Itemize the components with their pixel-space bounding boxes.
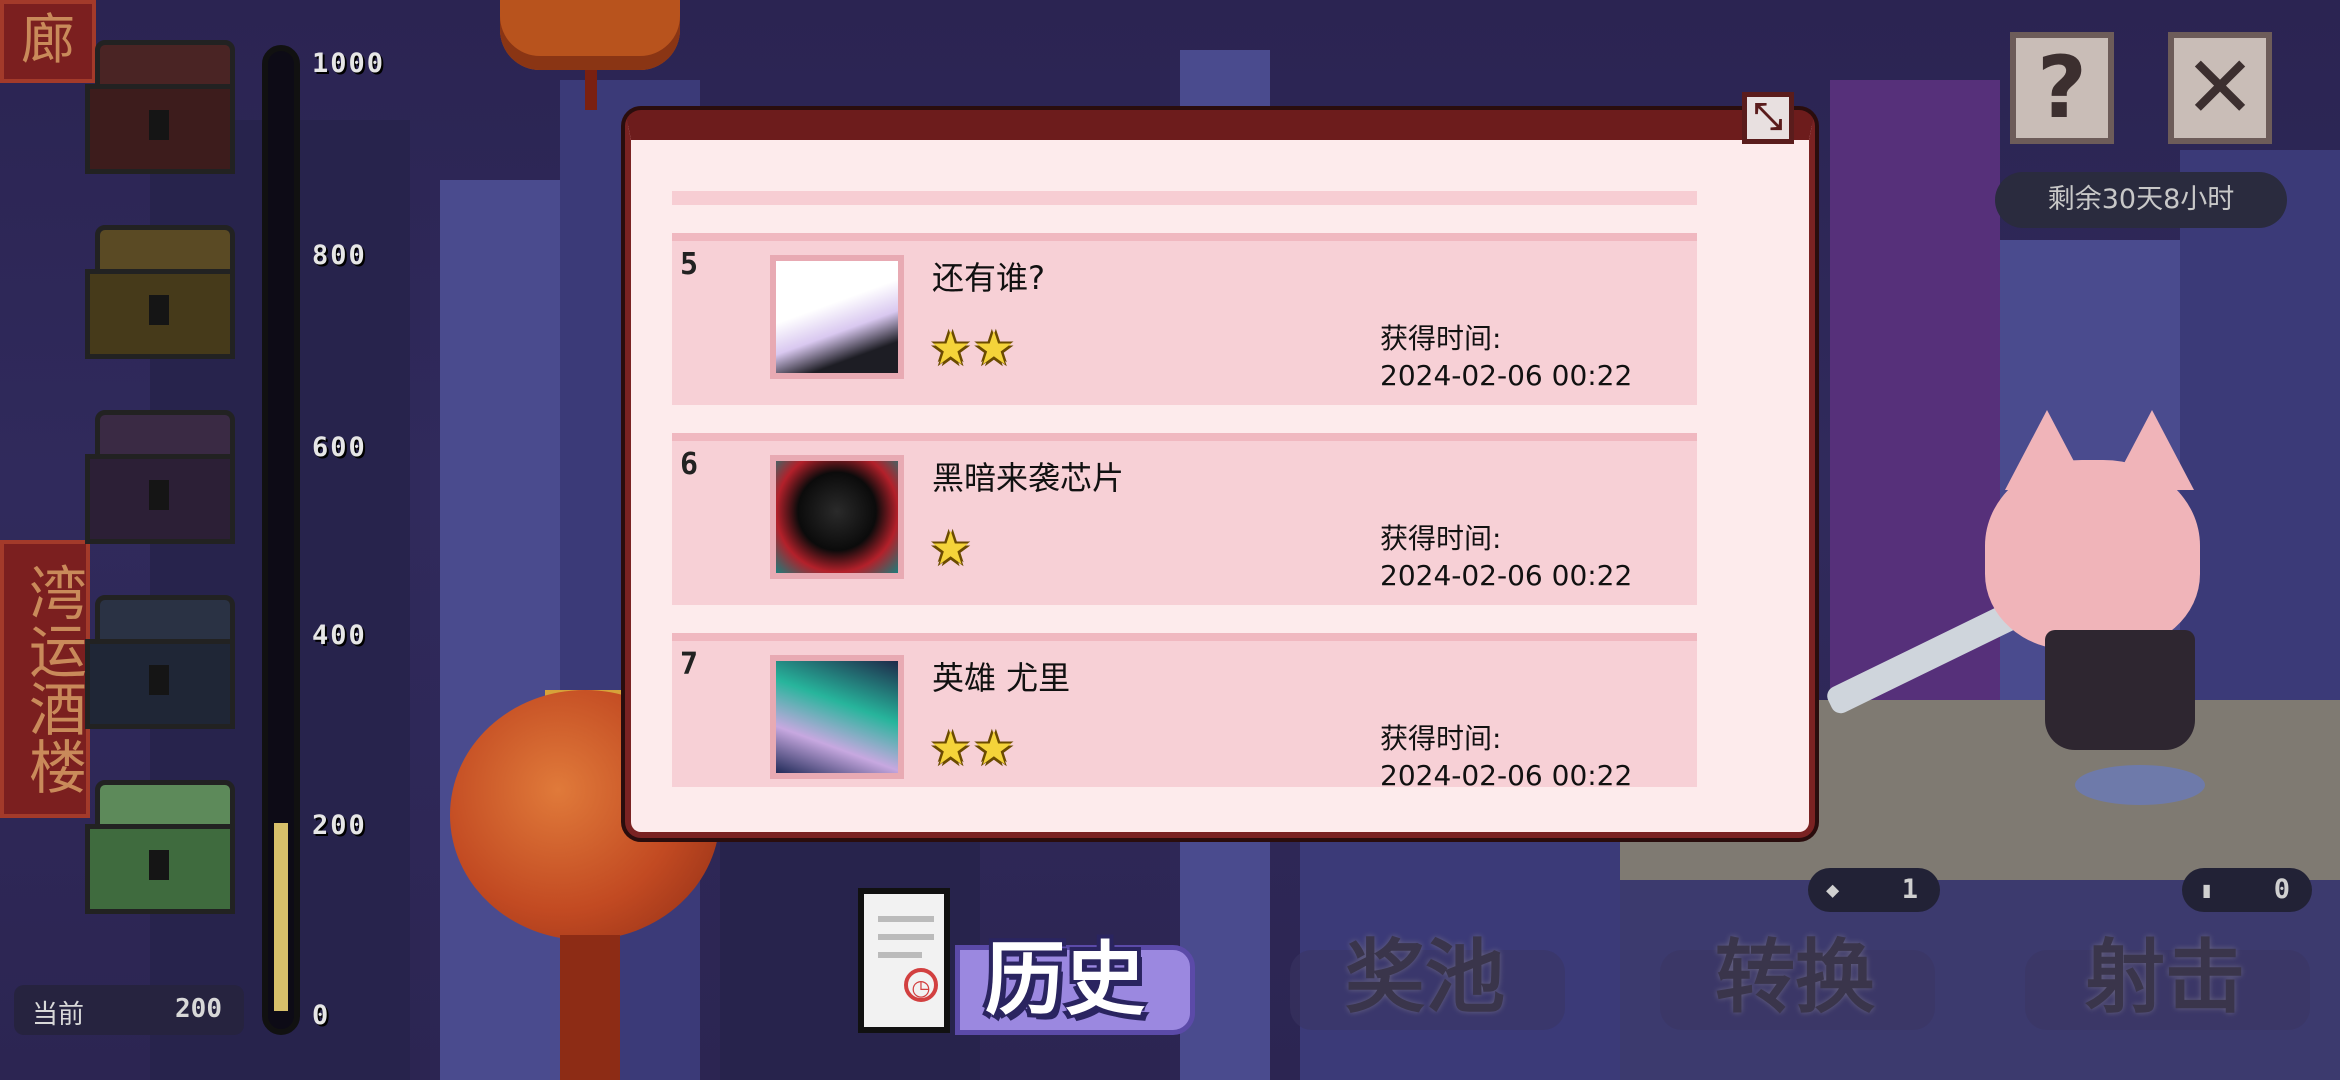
reward-chest-1000[interactable] xyxy=(85,40,235,180)
list-top-divider xyxy=(672,191,1697,205)
tick-0: 0 xyxy=(312,1000,331,1031)
current-value: 200 xyxy=(175,994,222,1024)
history-row[interactable]: 7 英雄 尤里 ★★ 获得时间: 2024-02-06 00:22 xyxy=(672,633,1697,787)
doc-line xyxy=(878,934,934,940)
chest-latch xyxy=(149,480,169,510)
tab-shoot[interactable]: 射击 xyxy=(2085,938,2245,1018)
question-icon: ? xyxy=(2037,38,2087,138)
rarity-stars: ★★ xyxy=(930,321,1017,375)
progress-fill xyxy=(274,823,288,1011)
exit-button[interactable]: ✕ xyxy=(2168,32,2272,144)
portrait-art xyxy=(776,661,898,773)
bottle-count: 0 xyxy=(2273,874,2290,905)
progress-bar xyxy=(262,45,300,1035)
building xyxy=(1830,80,2000,700)
time-label: 获得时间: xyxy=(1380,522,1502,555)
reward-chest-200[interactable] xyxy=(85,780,235,920)
doc-line xyxy=(878,916,934,922)
time-value: 2024-02-06 00:22 xyxy=(1380,359,1633,392)
history-row[interactable]: 6 黑暗来袭芯片 ★ 获得时间: 2024-02-06 00:22 xyxy=(672,433,1697,605)
rarity-stars: ★★ xyxy=(930,721,1017,775)
chest-latch xyxy=(149,295,169,325)
time-label: 获得时间: xyxy=(1380,722,1502,755)
history-row[interactable]: 5 还有谁? ★★ 获得时间: 2024-02-06 00:22 xyxy=(672,233,1697,405)
time-label: 获得时间: xyxy=(1380,322,1502,355)
row-index: 5 xyxy=(680,247,699,282)
tick-600: 600 xyxy=(312,432,367,463)
tick-1000: 1000 xyxy=(312,48,386,79)
rarity-stars: ★ xyxy=(930,521,974,575)
current-label: 当前 xyxy=(32,1000,85,1030)
help-button[interactable]: ? xyxy=(2010,32,2114,144)
reward-chest-800[interactable] xyxy=(85,225,235,365)
item-portrait xyxy=(770,455,904,579)
portrait-art xyxy=(776,261,898,373)
character-head xyxy=(1985,460,2200,650)
stamp-icon: ◷ xyxy=(904,968,938,1002)
item-name: 还有谁? xyxy=(932,259,1045,297)
tick-400: 400 xyxy=(312,620,367,651)
reward-chest-600[interactable] xyxy=(85,410,235,550)
sign-top: 廊 xyxy=(0,0,96,83)
tab-pool[interactable]: 奖池 xyxy=(1345,938,1505,1018)
tab-convert[interactable]: 转换 xyxy=(1715,938,1875,1018)
row-index: 6 xyxy=(680,447,699,482)
close-icon: ✕ xyxy=(2183,38,2257,138)
document-icon[interactable]: ◷ xyxy=(858,888,950,1033)
reward-chest-400[interactable] xyxy=(85,595,235,735)
tick-800: 800 xyxy=(312,240,367,271)
item-portrait xyxy=(770,655,904,779)
history-list[interactable]: 5 还有谁? ★★ 获得时间: 2024-02-06 00:22 6 黑暗来袭芯… xyxy=(672,233,1697,787)
portrait-art xyxy=(776,461,898,573)
building xyxy=(2180,150,2340,700)
chest-latch xyxy=(149,110,169,140)
lantern-icon xyxy=(500,0,680,70)
lantern-cord xyxy=(585,70,597,110)
gem-counter: ◆ 1 xyxy=(1808,868,1940,912)
character-shadow xyxy=(2075,765,2205,805)
building xyxy=(440,180,560,1080)
current-points: 当前 200 xyxy=(14,985,244,1035)
item-portrait xyxy=(770,255,904,379)
item-name: 黑暗来袭芯片 xyxy=(932,459,1125,497)
item-name: 英雄 尤里 xyxy=(932,659,1071,697)
bottle-icon: ▮ xyxy=(2200,878,2214,903)
event-timer: 剩余30天8小时 xyxy=(1995,172,2287,228)
gem-icon: ◆ xyxy=(1826,878,1840,903)
time-value: 2024-02-06 00:22 xyxy=(1380,559,1633,592)
character-body xyxy=(2045,630,2195,750)
doc-line xyxy=(878,952,922,958)
tick-200: 200 xyxy=(312,810,367,841)
lantern-stem xyxy=(560,935,620,1080)
bottle-counter: ▮ 0 xyxy=(2182,868,2312,912)
restaurant-sign: 湾运酒楼 xyxy=(0,540,90,818)
tab-history[interactable]: 历史 xyxy=(985,940,1145,1020)
chest-latch xyxy=(149,665,169,695)
chest-latch xyxy=(149,850,169,880)
collapse-icon: ⤡ xyxy=(1753,96,1783,137)
gem-count: 1 xyxy=(1901,874,1918,905)
time-value: 2024-02-06 00:22 xyxy=(1380,759,1633,787)
dialog-close-button[interactable]: ⤡ xyxy=(1742,92,1794,144)
row-index: 7 xyxy=(680,647,699,682)
